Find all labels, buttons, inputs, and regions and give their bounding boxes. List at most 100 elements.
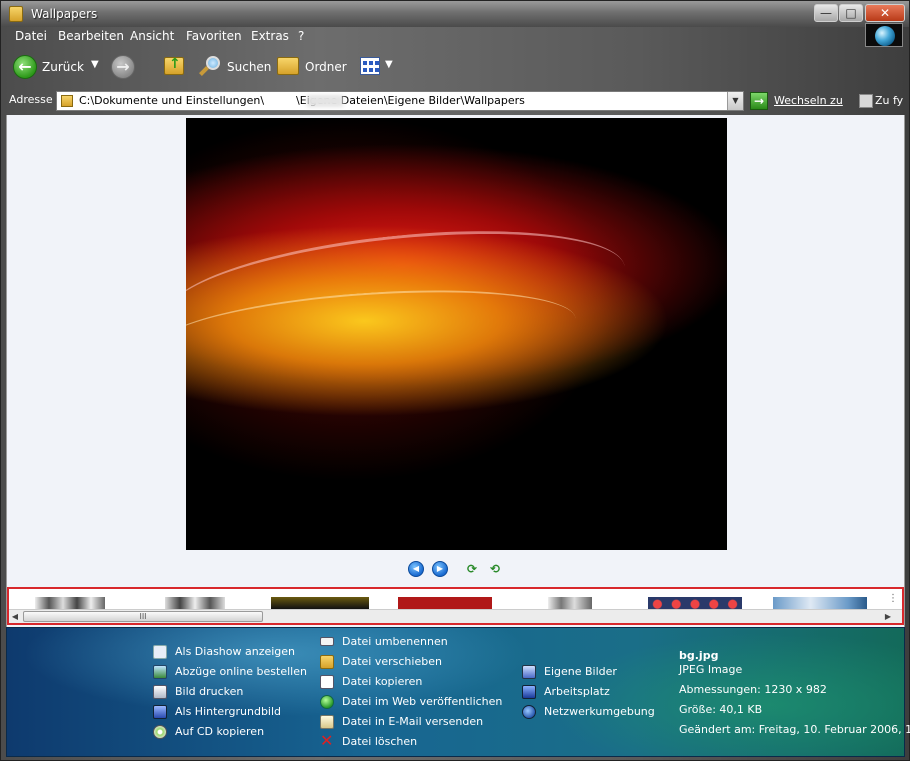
address-label: Adresse (9, 93, 53, 106)
task-rename[interactable]: Datei umbenennen (320, 635, 500, 649)
folders-label: Ordner (305, 60, 347, 74)
task-label: Datei im Web veröffentlichen (342, 695, 503, 708)
task-label: Datei löschen (342, 735, 418, 748)
task-label: Als Hintergrundbild (175, 705, 282, 718)
maximize-button[interactable]: □ (839, 4, 863, 22)
task-slideshow[interactable]: Als Diashow anzeigen (153, 645, 303, 659)
menu-datei[interactable]: Datei (15, 29, 47, 43)
go-arrow-icon[interactable]: → (750, 92, 768, 110)
views-button[interactable]: ▼ (360, 55, 396, 81)
slideshow-icon (153, 645, 167, 659)
task-email[interactable]: Datei in E-Mail versenden (320, 715, 500, 729)
address-bar: Adresse C:\Dokumente und Einstellungen\ \… (1, 89, 909, 113)
menu-favoriten[interactable]: Favoriten (186, 29, 242, 43)
close-button[interactable]: ✕ (865, 4, 905, 22)
place-network[interactable]: Netzwerkumgebung (522, 705, 662, 719)
go-button[interactable]: Wechseln zu (774, 94, 843, 107)
forward-arrow-icon: → (111, 55, 135, 79)
globe-icon (875, 26, 895, 46)
title-bar[interactable]: Wallpapers — □ ✕ (1, 1, 909, 27)
thumbnail[interactable] (398, 597, 492, 609)
address-dropdown-icon[interactable]: ▼ (727, 92, 743, 110)
task-copy[interactable]: Datei kopieren (320, 675, 500, 689)
task-print[interactable]: Bild drucken (153, 685, 303, 699)
task-delete[interactable]: ✕ Datei löschen (320, 731, 500, 750)
task-label: Auf CD kopieren (175, 725, 265, 738)
folders-icon (277, 57, 299, 75)
task-publish-web[interactable]: Datei im Web veröffentlichen (320, 695, 503, 709)
window-title: Wallpapers (31, 7, 98, 21)
address-input[interactable]: C:\Dokumente und Einstellungen\ \Eigene D… (56, 91, 744, 111)
place-label: Netzwerkumgebung (544, 705, 655, 718)
menu-help[interactable]: ? (298, 29, 304, 43)
network-icon (522, 705, 536, 719)
menu-bearbeiten[interactable]: Bearbeiten (58, 29, 124, 43)
rotate-clockwise-button[interactable]: ⟳ (464, 562, 480, 576)
delete-icon: ✕ (320, 731, 334, 750)
place-my-pictures[interactable]: Eigene Bilder (522, 665, 652, 679)
task-label: Bild drucken (175, 685, 244, 698)
back-dropdown-icon[interactable]: ▼ (91, 59, 99, 70)
task-label: Datei in E-Mail versenden (342, 715, 484, 728)
menu-ansicht[interactable]: Ansicht (130, 29, 174, 43)
desktop-background-icon (153, 705, 167, 719)
task-order-prints[interactable]: Abzüge online bestellen (153, 665, 307, 679)
horizontal-scrollbar[interactable]: ◀ III ▶ (9, 609, 902, 623)
thumbnail[interactable] (35, 597, 105, 609)
move-icon (320, 655, 334, 669)
explorer-window: Wallpapers — □ ✕ Datei Bearbeiten Ansich… (0, 0, 910, 761)
task-label: Als Diashow anzeigen (175, 645, 296, 658)
task-label: Datei umbenennen (342, 635, 448, 648)
back-button[interactable]: ← Zurück ▼ (13, 55, 113, 81)
thumbnail[interactable] (773, 597, 867, 609)
back-arrow-icon: ← (13, 55, 37, 79)
up-folder-button[interactable]: ↑ (164, 55, 188, 81)
image-preview[interactable] (186, 118, 727, 550)
thumbnail[interactable] (165, 597, 225, 609)
task-label: Datei verschieben (342, 655, 442, 668)
detail-dimensions: Abmessungen: 1230 x 982 (679, 683, 827, 696)
search-button[interactable]: Suchen (198, 55, 272, 81)
menu-bar: Datei Bearbeiten Ansicht Favoriten Extra… (1, 27, 909, 46)
task-move[interactable]: Datei verschieben (320, 655, 500, 669)
back-label: Zurück (42, 60, 84, 74)
next-image-button[interactable]: ▶ (432, 561, 448, 577)
rename-icon (320, 637, 334, 646)
filmstrip[interactable]: ⋮ ◀ III ▶ (7, 587, 904, 625)
views-dropdown-icon[interactable]: ▼ (385, 59, 393, 70)
forward-button[interactable]: → (111, 55, 141, 81)
place-label: Eigene Bilder (544, 665, 617, 678)
search-label: Suchen (227, 60, 272, 74)
scroll-right-icon[interactable]: ▶ (882, 611, 894, 623)
minimize-button[interactable]: — (814, 4, 838, 22)
publish-web-icon (320, 695, 334, 709)
scrollbar-thumb[interactable]: III (23, 611, 263, 622)
address-folder-icon (61, 95, 73, 107)
scroll-indicator: ⋮ (888, 593, 898, 604)
rotate-counterclockwise-button[interactable]: ⟲ (487, 562, 503, 576)
previous-image-button[interactable]: ◀ (408, 561, 424, 577)
task-copy-cd[interactable]: Auf CD kopieren (153, 725, 303, 739)
thumbnail[interactable] (271, 597, 369, 609)
task-set-background[interactable]: Als Hintergrundbild (153, 705, 303, 719)
scroll-left-icon[interactable]: ◀ (9, 611, 21, 623)
folders-button[interactable]: Ordner (277, 55, 347, 81)
links-icon (859, 94, 873, 108)
detail-size: Größe: 40,1 KB (679, 703, 763, 716)
redacted-username (307, 95, 343, 107)
links-button[interactable]: Zu fy (875, 94, 903, 107)
up-folder-icon: ↑ (164, 56, 184, 75)
thumbnail[interactable] (548, 597, 592, 609)
my-computer-icon (522, 685, 536, 699)
place-my-computer[interactable]: Arbeitsplatz (522, 685, 652, 699)
detail-filename: bg.jpg (679, 649, 719, 662)
search-icon (198, 55, 222, 79)
place-label: Arbeitsplatz (544, 685, 610, 698)
folder-icon (9, 6, 23, 22)
print-icon (153, 685, 167, 699)
menu-extras[interactable]: Extras (251, 29, 289, 43)
thumbnail[interactable] (648, 597, 742, 609)
my-pictures-icon (522, 665, 536, 679)
copy-icon (320, 675, 334, 689)
address-path-start: C:\Dokumente und Einstellungen\ (79, 94, 265, 107)
